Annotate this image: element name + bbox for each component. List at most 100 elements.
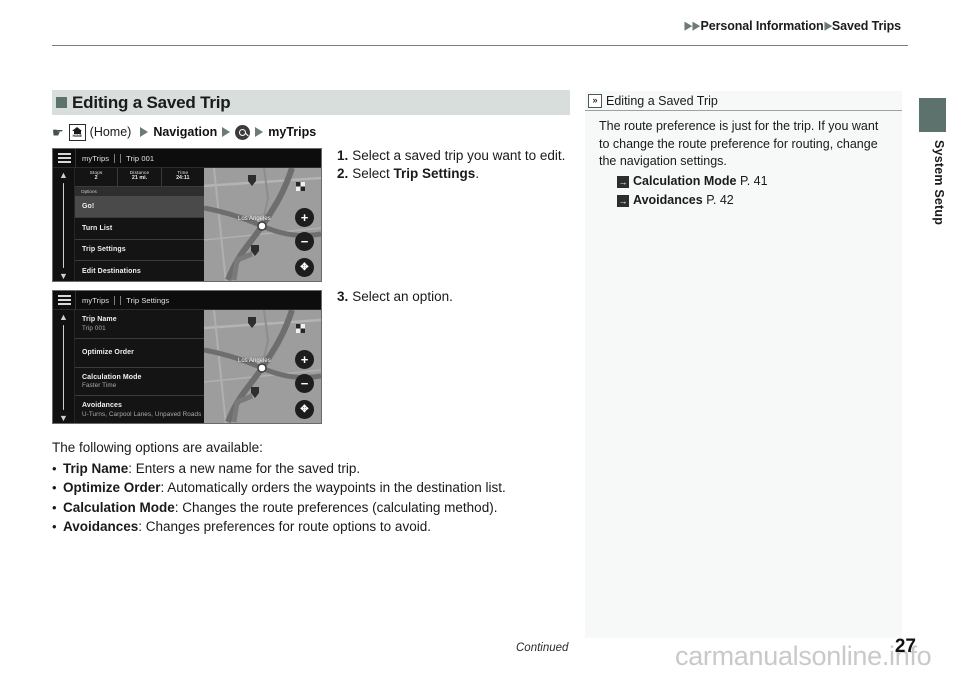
settings-row-avoidances[interactable]: Avoidances U-Turns, Carpool Lanes, Unpav…: [75, 396, 204, 423]
option-item-text: Calculation Mode: Changes the route pref…: [63, 498, 497, 518]
scroll-track[interactable]: [62, 325, 65, 410]
option-item-text: Optimize Order: Automatically orders the…: [63, 478, 506, 498]
hamburger-menu-icon[interactable]: [53, 149, 76, 167]
settings-row-calculation-mode-value: Faster Time: [82, 382, 117, 390]
option-desc: : Changes the route preferences (calcula…: [174, 499, 498, 515]
step-3: 3. Select an option.: [337, 288, 577, 305]
option-item-avoidances: • Avoidances: Changes preferences for ro…: [52, 517, 570, 537]
nav-path-arrow-icon: [255, 127, 264, 137]
device-body: ▲ ▼ Stops 2 Distance 21 mi. Time 24:11 O…: [53, 168, 321, 281]
xref-page: P. 42: [706, 193, 734, 207]
xref-page: P. 41: [739, 173, 768, 188]
option-item-text: Trip Name: Enters a new name for the sav…: [63, 459, 360, 479]
side-note-text: The route preference is just for the tri…: [599, 119, 879, 168]
option-item-trip-name: • Trip Name: Enters a new name for the s…: [52, 459, 570, 479]
main-content: Editing a Saved Trip ☛ HOME (Home) Navig…: [52, 90, 570, 534]
trip-stats-row: Stops 2 Distance 21 mi. Time 24:11: [75, 168, 204, 187]
settings-row-avoidances-value: U-Turns, Carpool Lanes, Unpaved Roads: [82, 410, 202, 418]
stat-stops-value: 2: [94, 175, 98, 181]
page-number: 27: [894, 636, 916, 657]
header-divider: [52, 45, 908, 46]
zoom-in-button[interactable]: +: [295, 208, 314, 227]
device-topbar: myTrips Trip 001: [53, 149, 321, 168]
device-row-trip-settings[interactable]: Trip Settings: [75, 240, 204, 262]
settings-row-optimize-order[interactable]: Optimize Order: [75, 339, 204, 368]
device-body: ▲ ▼ Trip Name Trip 001 Optimize Order Ca…: [53, 310, 321, 423]
map-preview[interactable]: Los Angeles + − ✥: [204, 168, 321, 281]
device-breadcrumb: myTrips Trip Settings: [76, 295, 170, 305]
device-list: Stops 2 Distance 21 mi. Time 24:11 Optio…: [75, 168, 204, 281]
stat-distance-value: 21 mi.: [131, 175, 148, 181]
xref-text: Calculation Mode P. 41: [633, 173, 768, 191]
step-3-number: 3.: [337, 289, 349, 304]
option-item-optimize-order: • Optimize Order: Automatically orders t…: [52, 478, 570, 498]
scroll-up-icon[interactable]: ▲: [59, 171, 68, 180]
device-row-go[interactable]: Go!: [75, 196, 204, 218]
section-tab-marker: [919, 98, 946, 132]
device-crumb-separator-icon: [114, 295, 122, 305]
screenshot-trip-menu: myTrips Trip 001 ▲ ▼ Stops 2 Distance 21…: [52, 148, 322, 282]
section-bullet-icon: [56, 97, 67, 108]
device-crumb-root: myTrips: [82, 295, 110, 305]
settings-row-trip-name[interactable]: Trip Name Trip 001: [75, 310, 204, 339]
option-name: Calculation Mode: [63, 499, 175, 515]
device-list: Trip Name Trip 001 Optimize Order Calcul…: [75, 310, 204, 423]
option-desc: : Enters a new name for the saved trip.: [128, 460, 361, 476]
device-scrollbar[interactable]: ▲ ▼: [53, 168, 75, 281]
scroll-down-icon[interactable]: ▼: [59, 272, 68, 281]
nav-path-home-label: (Home): [89, 125, 132, 139]
scroll-track[interactable]: [62, 183, 65, 268]
step-2-bold: Trip Settings: [393, 166, 476, 181]
section-title-bar: Editing a Saved Trip: [52, 90, 570, 115]
device-row-turn-list[interactable]: Turn List: [75, 218, 204, 240]
breadcrumb-item-personal-information: Personal Information: [700, 19, 824, 33]
step-2-text: Select Trip Settings.: [352, 165, 479, 182]
side-note-xref-calculation-mode[interactable]: → Calculation Mode P. 41: [617, 173, 888, 191]
watermark: carmanualsonline.info: [675, 641, 932, 671]
page-header: ▶▶Personal Information▶Saved Trips: [0, 0, 960, 46]
breadcrumb-arrow-icon: ▶: [824, 20, 832, 32]
options-description: The following options are available: • T…: [52, 438, 570, 537]
device-crumb-current: Trip 001: [126, 153, 155, 163]
bullet-icon: •: [52, 480, 57, 495]
scroll-up-icon[interactable]: ▲: [59, 313, 68, 322]
device-row-edit-destinations[interactable]: Edit Destinations: [75, 261, 204, 281]
settings-row-trip-name-label: Trip Name: [82, 316, 117, 324]
option-name: Avoidances: [63, 519, 139, 534]
device-crumb-current: Trip Settings: [126, 295, 170, 305]
step-1-number: 1.: [337, 148, 349, 163]
option-desc: : Changes preferences for route options …: [138, 519, 431, 534]
breadcrumb-arrow-icon: ▶: [692, 20, 700, 32]
xref-text: Avoidances P. 42: [633, 192, 734, 210]
hand-pointer-icon: ☛: [52, 124, 64, 140]
device-scrollbar[interactable]: ▲ ▼: [53, 310, 75, 423]
expand-button[interactable]: ✥: [295, 258, 314, 277]
zoom-out-button[interactable]: −: [295, 232, 314, 251]
map-preview[interactable]: Los Angeles + − ✥: [204, 310, 321, 423]
nav-path-arrow-icon: [140, 127, 149, 137]
zoom-in-button[interactable]: +: [295, 350, 314, 369]
home-icon-word: HOME: [72, 133, 82, 138]
step-2-suffix: .: [475, 166, 480, 181]
step-2: 2. Select Trip Settings.: [337, 165, 577, 182]
step-2-prefix: Select: [352, 166, 394, 181]
screenshot-trip-settings: myTrips Trip Settings ▲ ▼ Trip Name Trip…: [52, 290, 322, 424]
hamburger-menu-icon[interactable]: [53, 291, 76, 309]
side-note-xref-avoidances[interactable]: → Avoidances P. 42: [617, 192, 888, 210]
section-tab-label: System Setup: [932, 140, 946, 226]
side-note-panel: » Editing a Saved Trip The route prefere…: [585, 91, 902, 638]
side-note-body: The route preference is just for the tri…: [585, 111, 902, 210]
option-item-calculation-mode: • Calculation Mode: Changes the route pr…: [52, 498, 570, 518]
breadcrumb-arrow-icon: ▶: [684, 20, 692, 32]
page-title: Editing a Saved Trip: [72, 92, 231, 112]
settings-row-calculation-mode[interactable]: Calculation Mode Faster Time: [75, 368, 204, 397]
continued-label: Continued: [516, 642, 569, 654]
zoom-out-button[interactable]: −: [295, 374, 314, 393]
steps-group-1: 1. Select a saved trip you want to edit.…: [337, 147, 577, 183]
jump-arrow-icon: →: [617, 195, 629, 207]
bullet-icon: •: [52, 460, 57, 476]
settings-row-calculation-mode-label: Calculation Mode: [82, 373, 142, 381]
expand-button[interactable]: ✥: [295, 400, 314, 419]
scroll-down-icon[interactable]: ▼: [59, 414, 68, 423]
option-name: Optimize Order: [63, 480, 161, 495]
